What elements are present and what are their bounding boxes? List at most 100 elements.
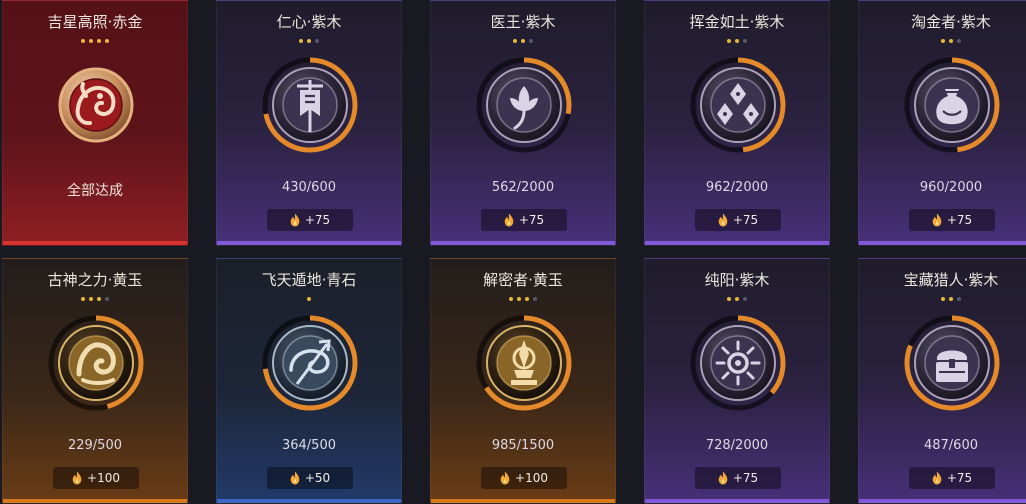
completed-label: 全部达成 — [67, 183, 123, 199]
star-dot — [949, 297, 953, 301]
achievement-card[interactable]: 飞天遁地·青石 364/500 +50 — [216, 258, 402, 504]
star-dot — [743, 297, 747, 301]
koi-fish-icon — [47, 56, 145, 154]
star-dot — [957, 297, 961, 301]
star-dot — [81, 297, 85, 301]
achievement-title: 纯阳·紫木 — [704, 271, 770, 289]
star-dot — [727, 297, 731, 301]
reward-badge: +75 — [695, 209, 781, 231]
flame-icon — [72, 471, 82, 485]
star-dot — [307, 297, 311, 301]
progress-text: 562/2000 — [491, 180, 555, 195]
star-dot — [517, 297, 521, 301]
treasure-chest-icon — [903, 314, 1001, 412]
star-rating — [431, 39, 615, 47]
star-rating — [645, 297, 829, 305]
star-dot — [81, 39, 85, 43]
reward-badge: +75 — [267, 209, 353, 231]
reward-value: +75 — [732, 471, 759, 485]
achievement-card[interactable]: 医王·紫木 562/2000 +75 — [430, 0, 616, 246]
reward-badge: +75 — [909, 209, 995, 231]
star-dot — [105, 39, 109, 43]
reward-badge: +75 — [909, 467, 995, 489]
reward-value: +100 — [515, 471, 548, 485]
star-dot — [735, 297, 739, 301]
achievement-card[interactable]: 挥金如土·紫木 962/2000 +75 — [644, 0, 830, 246]
flame-icon — [932, 471, 942, 485]
star-dot — [89, 39, 93, 43]
star-dot — [941, 39, 945, 43]
trident-swirl-icon — [261, 314, 359, 412]
star-rating — [859, 297, 1026, 305]
star-dot — [97, 39, 101, 43]
achievement-title: 解密者·黄玉 — [483, 271, 563, 289]
star-dot — [513, 39, 517, 43]
star-rating — [217, 39, 401, 47]
star-dot — [727, 39, 731, 43]
achievement-title: 医王·紫木 — [490, 13, 556, 31]
star-dot — [299, 39, 303, 43]
achievement-title: 吉星高照·赤金 — [47, 13, 143, 31]
progress-text: 962/2000 — [705, 180, 769, 195]
reward-value: +75 — [304, 213, 331, 227]
progress-text: 985/1500 — [491, 438, 555, 453]
star-rating — [859, 39, 1026, 47]
reward-badge: +75 — [695, 467, 781, 489]
progress-text: 487/600 — [923, 438, 978, 453]
star-dot — [307, 39, 311, 43]
achievement-title: 仁心·紫木 — [276, 13, 342, 31]
achievement-title: 挥金如土·紫木 — [689, 13, 785, 31]
star-dot — [89, 297, 93, 301]
flame-icon — [290, 213, 300, 227]
achievement-title: 淘金者·紫木 — [911, 13, 991, 31]
progress-text: 728/2000 — [705, 438, 769, 453]
reward-value: +75 — [732, 213, 759, 227]
star-dot — [509, 297, 513, 301]
star-rating — [3, 39, 187, 47]
lotus-icon — [475, 56, 573, 154]
achievement-card[interactable]: 宝藏猎人·紫木 487/600 +75 — [858, 258, 1026, 504]
achievement-card[interactable]: 吉星高照·赤金 全部达成 — [2, 0, 188, 246]
achievement-card[interactable]: 解密者·黄玉 985/1500 +100 — [430, 258, 616, 504]
star-dot — [529, 39, 533, 43]
star-rating — [431, 297, 615, 305]
star-dot — [941, 297, 945, 301]
star-rating — [3, 297, 187, 305]
star-dot — [533, 297, 537, 301]
star-rating — [645, 39, 829, 47]
achievement-card[interactable]: 淘金者·紫木 960/2000 +75 — [858, 0, 1026, 246]
treasure-pouch-icon — [903, 56, 1001, 154]
star-dot — [735, 39, 739, 43]
reward-badge: +50 — [267, 467, 353, 489]
reward-badge: +75 — [481, 209, 567, 231]
star-dot — [521, 39, 525, 43]
flame-icon — [718, 471, 728, 485]
star-dot — [743, 39, 747, 43]
reward-value: +100 — [87, 471, 120, 485]
flame-icon — [932, 213, 942, 227]
flame-icon — [504, 213, 514, 227]
relic-altar-icon — [475, 314, 573, 412]
star-dot — [525, 297, 529, 301]
reward-badge: +100 — [53, 467, 139, 489]
progress-text: 430/600 — [281, 180, 336, 195]
star-dot — [957, 39, 961, 43]
star-dot — [97, 297, 101, 301]
banner-icon — [261, 56, 359, 154]
reward-value: +75 — [946, 471, 973, 485]
achievement-card[interactable]: 仁心·紫木 430/600 +75 — [216, 0, 402, 246]
achievement-title: 古神之力·黄玉 — [47, 271, 143, 289]
ancient-god-icon — [47, 314, 145, 412]
flame-icon — [718, 213, 728, 227]
star-dot — [949, 39, 953, 43]
star-rating — [217, 297, 401, 305]
flame-icon — [500, 471, 510, 485]
achievement-title: 飞天遁地·青石 — [261, 271, 357, 289]
reward-value: +75 — [946, 213, 973, 227]
achievement-card[interactable]: 纯阳·紫木 728/2000 +75 — [644, 258, 830, 504]
achievement-card[interactable]: 古神之力·黄玉 229/500 +100 — [2, 258, 188, 504]
star-dot — [315, 39, 319, 43]
reward-value: +75 — [518, 213, 545, 227]
achievement-title: 宝藏猎人·紫木 — [903, 271, 999, 289]
progress-text: 229/500 — [67, 438, 122, 453]
